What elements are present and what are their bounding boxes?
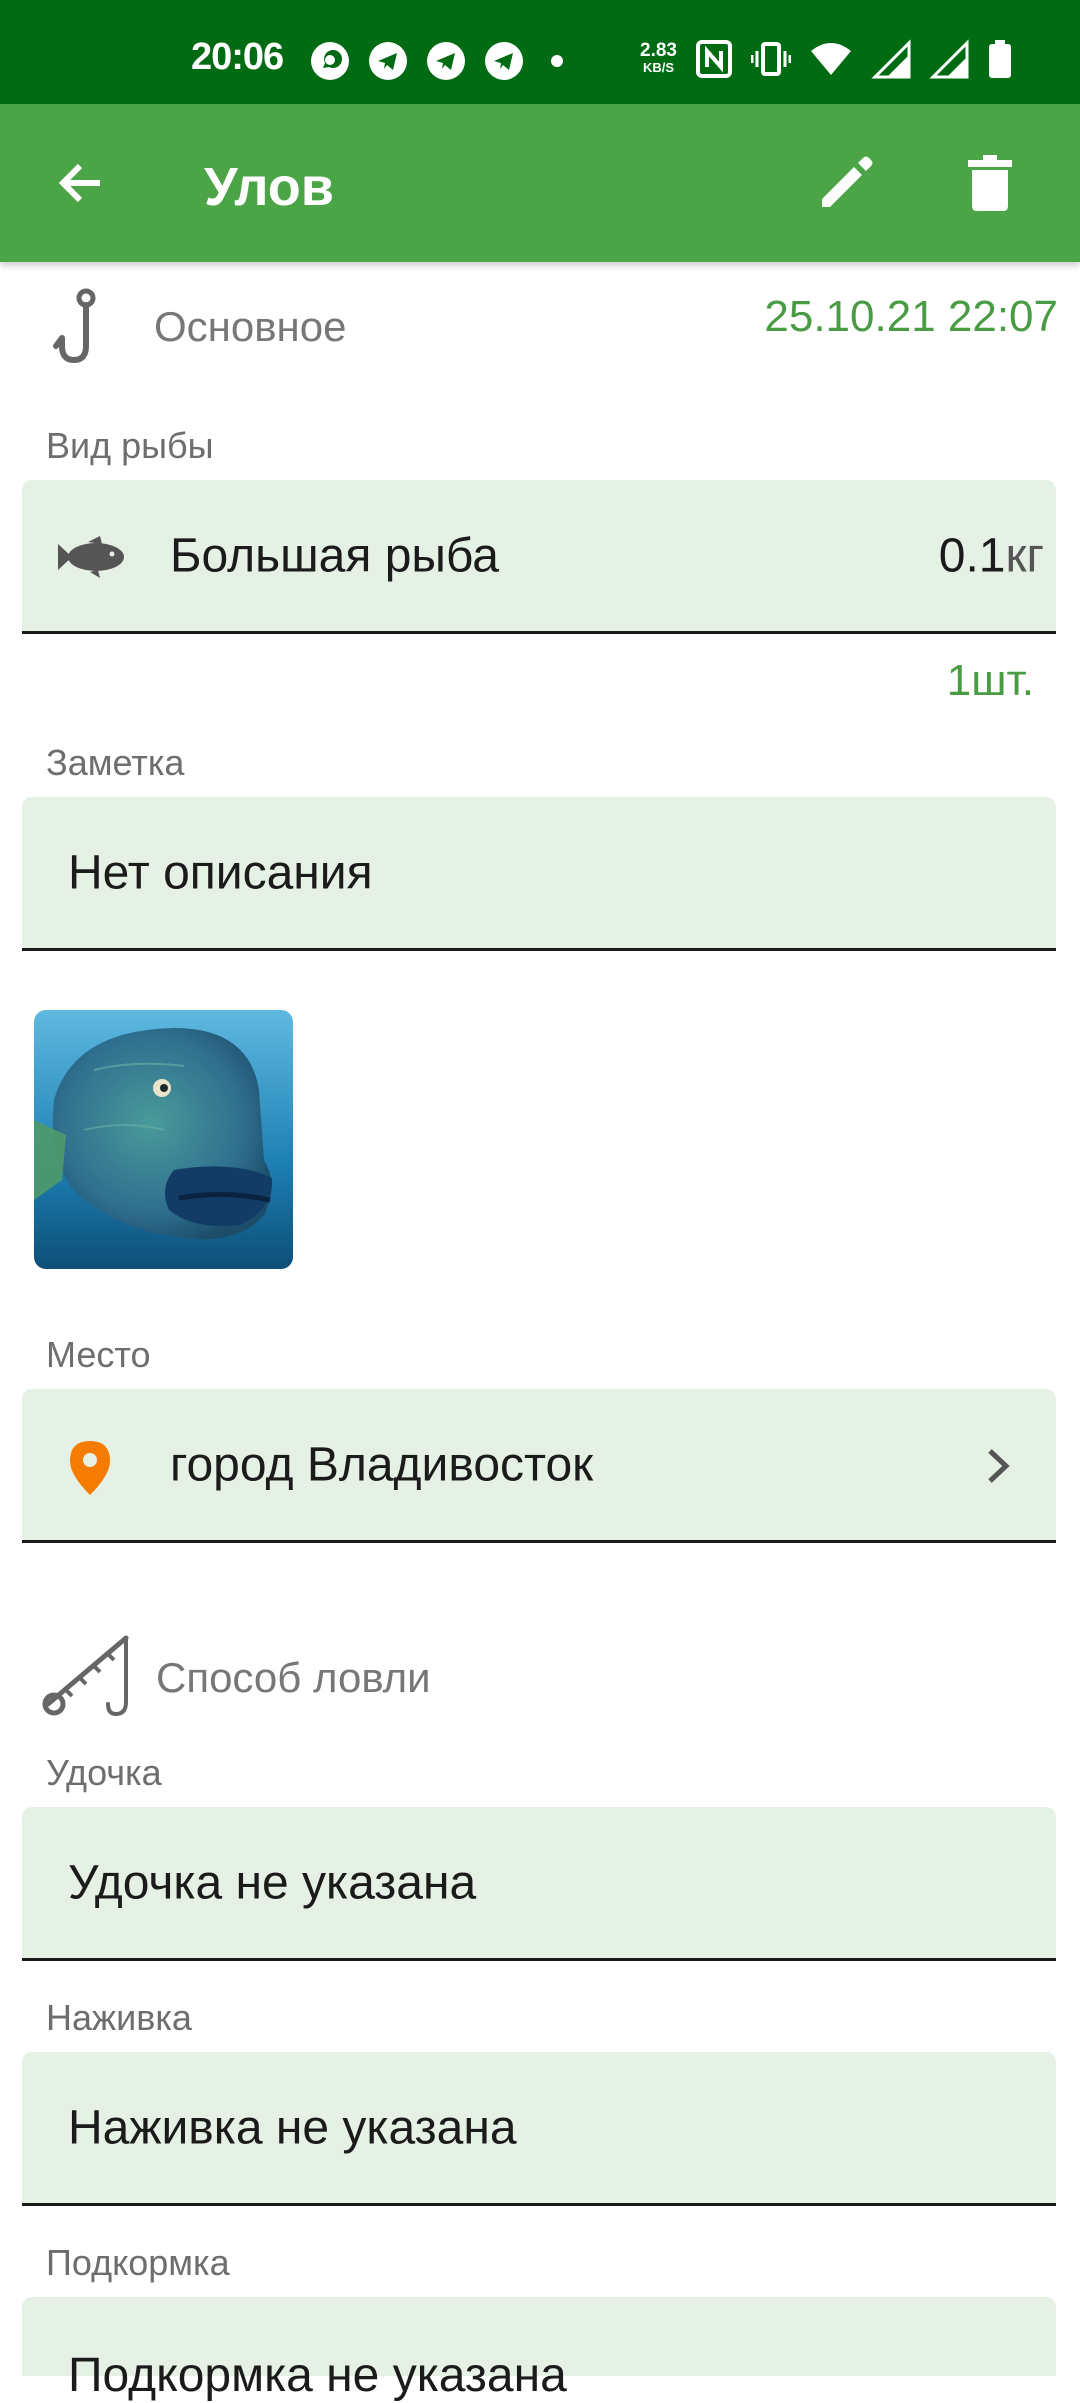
fish-type-field[interactable]: Большая рыба 0.1кг — [22, 480, 1056, 634]
edit-button[interactable] — [798, 135, 894, 231]
fish-photo-image — [34, 1010, 293, 1269]
fish-count: 1шт. — [946, 656, 1034, 705]
whatsapp-icon — [311, 42, 349, 80]
telegram-icon — [485, 42, 523, 80]
rod-label: Удочка — [46, 1752, 162, 1793]
fish-type-label: Вид рыбы — [46, 425, 214, 466]
fish-type-value: Большая рыба — [170, 529, 499, 582]
groundbait-field[interactable]: Подкормка не указана — [22, 2297, 1056, 2402]
battery-icon — [988, 40, 1011, 78]
net-speed: 2.83 KB/S — [640, 40, 677, 75]
map-pin-icon — [70, 1441, 110, 1495]
signal-icon — [929, 39, 969, 79]
place-field[interactable]: город Владивосток — [22, 1389, 1056, 1543]
telegram-icon — [369, 42, 407, 80]
note-value: Нет описания — [68, 846, 373, 899]
section-method-title: Способ ловли — [156, 1654, 431, 1701]
app-bar: Улов — [0, 104, 1080, 262]
catch-datetime: 25.10.21 22:07 — [764, 292, 1058, 341]
wifi-icon — [810, 43, 851, 75]
fish-weight-value: 0.1 — [938, 529, 1006, 582]
rod-field[interactable]: Удочка не указана — [22, 1807, 1056, 1961]
pencil-icon — [822, 156, 873, 207]
section-main-header: Основное — [50, 288, 346, 366]
arrow-back-icon — [58, 163, 100, 203]
notification-icons — [310, 38, 572, 84]
dot-icon — [551, 55, 563, 67]
catch-photo[interactable] — [34, 1010, 293, 1269]
note-field[interactable]: Нет описания — [22, 797, 1056, 951]
page-title: Улов — [204, 157, 334, 217]
bait-field[interactable]: Наживка не указана — [22, 2052, 1056, 2206]
place-label: Место — [46, 1334, 151, 1375]
nfc-icon — [695, 40, 732, 78]
telegram-icon — [427, 42, 465, 80]
note-label: Заметка — [46, 742, 185, 783]
status-bar: 20:06 2.83 KB/S — [0, 0, 1080, 104]
place-value: город Владивосток — [170, 1438, 594, 1491]
signal-icon — [871, 39, 911, 79]
fish-icon — [58, 536, 124, 578]
section-main-title: Основное — [154, 303, 347, 350]
fish-weight-unit: кг — [1005, 529, 1044, 582]
bait-value: Наживка не указана — [68, 2101, 517, 2154]
status-time: 20:06 — [191, 36, 284, 78]
rod-value: Удочка не указана — [68, 1856, 477, 1909]
system-icons: 2.83 KB/S — [640, 36, 1080, 82]
section-method-header: Способ ловли — [42, 1632, 431, 1724]
delete-button[interactable] — [942, 135, 1038, 231]
fishing-rod-icon — [42, 1635, 129, 1717]
back-button[interactable] — [32, 135, 128, 231]
bait-label: Наживка — [46, 1997, 192, 2038]
chevron-right-icon — [988, 1449, 1010, 1483]
trash-icon — [968, 155, 1012, 211]
fish-weight: 0.1кг — [939, 528, 1044, 583]
groundbait-label: Подкормка — [46, 2242, 230, 2283]
fish-hook-icon — [53, 288, 96, 364]
vibrate-icon — [750, 42, 791, 76]
